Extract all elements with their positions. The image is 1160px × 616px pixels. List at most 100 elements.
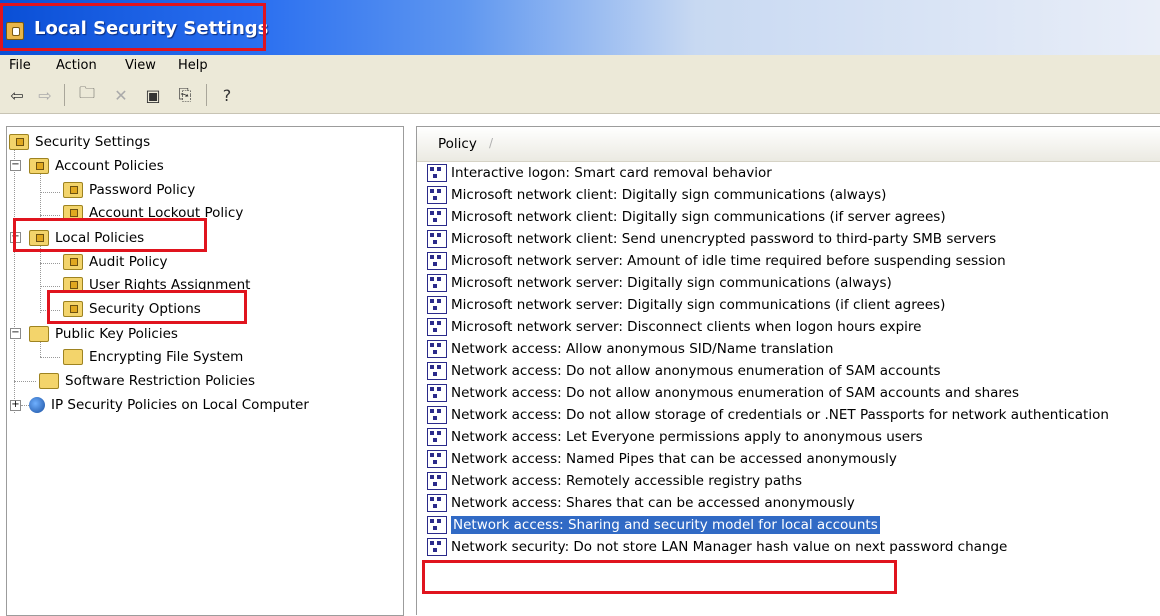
column-header-label: Policy (438, 136, 477, 152)
policy-name: Microsoft network server: Digitally sign… (451, 275, 892, 291)
folder-icon (29, 158, 49, 174)
title-highlight-box (0, 3, 266, 51)
list-item[interactable]: Microsoft network client: Send unencrypt… (427, 228, 1157, 250)
delete-icon[interactable]: ✕ (110, 84, 132, 106)
tree-item-label: Public Key Policies (55, 326, 178, 342)
policy-icon (427, 428, 447, 446)
toolbar-separator (206, 84, 207, 106)
policy-name: Network security: Do not store LAN Manag… (451, 539, 1008, 555)
policy-name: Network access: Remotely accessible regi… (451, 473, 803, 489)
policy-name: Microsoft network client: Digitally sign… (451, 187, 887, 203)
local-policies-highlight-box (13, 218, 207, 252)
properties-icon[interactable]: ▣ (142, 84, 164, 106)
list-item[interactable]: Network access: Named Pipes that can be … (427, 448, 1157, 470)
policy-name: Microsoft network server: Amount of idle… (451, 253, 1006, 269)
tree-item-password-policy[interactable]: Password Policy (63, 179, 195, 201)
tree-item-label: Security Settings (35, 134, 151, 150)
list-item[interactable]: Microsoft network server: Disconnect cli… (427, 316, 1157, 338)
list-item[interactable]: Interactive logon: Smart card removal be… (427, 162, 1157, 184)
policy-icon (427, 538, 447, 556)
toolbar-separator (64, 84, 65, 106)
list-item[interactable]: Network access: Let Everyone permissions… (427, 426, 1157, 448)
list-item[interactable]: Microsoft network client: Digitally sign… (427, 206, 1157, 228)
back-arrow-icon[interactable]: ⇦ (6, 84, 28, 106)
folder-icon (63, 349, 83, 365)
collapse-icon[interactable]: − (10, 160, 21, 171)
menu-file[interactable]: File (9, 58, 31, 73)
list-item[interactable]: Microsoft network client: Digitally sign… (427, 184, 1157, 206)
tree-item-public-key-policies[interactable]: Public Key Policies (29, 323, 178, 345)
policy-name: Microsoft network client: Send unencrypt… (451, 231, 997, 247)
policy-list-pane[interactable]: Policy / Interactive logon: Smart card r… (416, 126, 1160, 615)
tree-item-ip-security-policies[interactable]: IP Security Policies on Local Computer (29, 394, 309, 416)
folder-icon (63, 254, 83, 270)
expand-icon[interactable]: + (10, 400, 21, 411)
help-icon[interactable]: ? (216, 84, 238, 106)
column-header-policy[interactable]: Policy / (417, 127, 1160, 162)
policy-icon (427, 494, 447, 512)
tree-item-account-policies[interactable]: Account Policies (29, 155, 164, 177)
tree-pane[interactable]: Security Settings − Account Policies Pas… (6, 126, 404, 616)
policy-name: Microsoft network client: Digitally sign… (451, 209, 946, 225)
policy-icon (427, 274, 447, 292)
menu-action[interactable]: Action (56, 58, 97, 73)
tree-item-label: IP Security Policies on Local Computer (51, 397, 309, 413)
ip-security-icon (29, 397, 45, 413)
policy-name: Network access: Named Pipes that can be … (451, 451, 897, 467)
policy-icon (427, 164, 447, 182)
tree-item-label: Audit Policy (89, 254, 168, 270)
folder-icon (63, 182, 83, 198)
tree-item-label: Encrypting File System (89, 349, 244, 365)
policy-icon (427, 186, 447, 204)
sort-ascending-icon: / (489, 136, 494, 150)
policy-icon (427, 516, 447, 534)
menu-bar: File Action View Help (0, 55, 1160, 78)
folder-icon (29, 326, 49, 342)
menu-help[interactable]: Help (178, 58, 208, 73)
menu-view[interactable]: View (125, 58, 156, 73)
policy-icon (427, 384, 447, 402)
policy-name: Microsoft network server: Disconnect cli… (451, 319, 922, 335)
policy-icon (427, 406, 447, 424)
policy-icon (427, 318, 447, 336)
policy-icon (427, 450, 447, 468)
list-item[interactable]: Network access: Do not allow anonymous e… (427, 382, 1157, 404)
policy-icon (427, 296, 447, 314)
tree-item-software-restriction-policies[interactable]: Software Restriction Policies (39, 370, 255, 392)
security-settings-icon (9, 134, 29, 150)
policy-name: Network access: Do not allow anonymous e… (451, 385, 1020, 401)
policy-icon (427, 208, 447, 226)
policy-name: Microsoft network server: Digitally sign… (451, 297, 946, 313)
policy-name: Interactive logon: Smart card removal be… (451, 165, 772, 181)
policy-icon (427, 340, 447, 358)
policy-name: Network access: Sharing and security mod… (451, 516, 880, 534)
list-item[interactable]: Network security: Do not store LAN Manag… (427, 536, 1157, 558)
export-list-icon[interactable]: ⎘ (174, 84, 196, 106)
policy-name: Network access: Allow anonymous SID/Name… (451, 341, 834, 357)
up-folder-icon[interactable]: 🗀 (76, 83, 98, 106)
list-item[interactable]: Network access: Remotely accessible regi… (427, 470, 1157, 492)
tree-item-encrypting-file-system[interactable]: Encrypting File System (63, 346, 243, 368)
list-item-selected[interactable]: Network access: Sharing and security mod… (427, 514, 1157, 536)
policy-icon (427, 472, 447, 490)
list-item[interactable]: Network access: Shares that can be acces… (427, 492, 1157, 514)
collapse-icon[interactable]: − (10, 328, 21, 339)
policy-name: Network access: Shares that can be acces… (451, 495, 855, 511)
security-options-highlight-box (47, 290, 247, 324)
list-item[interactable]: Network access: Allow anonymous SID/Name… (427, 338, 1157, 360)
policy-name: Network access: Do not allow storage of … (451, 407, 1109, 423)
forward-arrow-icon[interactable]: ⇨ (34, 84, 56, 106)
tree-item-audit-policy[interactable]: Audit Policy (63, 251, 168, 273)
policy-name: Network access: Do not allow anonymous e… (451, 363, 941, 379)
toolbar: ⇦ ⇨ 🗀 ✕ ▣ ⎘ ? (0, 78, 1160, 114)
list-item[interactable]: Network access: Do not allow anonymous e… (427, 360, 1157, 382)
list-item[interactable]: Microsoft network server: Digitally sign… (427, 272, 1157, 294)
policy-name: Network access: Let Everyone permissions… (451, 429, 923, 445)
list-item[interactable]: Microsoft network server: Amount of idle… (427, 250, 1157, 272)
selected-policy-highlight-box (422, 560, 897, 594)
list-item[interactable]: Network access: Do not allow storage of … (427, 404, 1157, 426)
tree-item-label: Password Policy (89, 182, 196, 198)
list-item[interactable]: Microsoft network server: Digitally sign… (427, 294, 1157, 316)
tree-item-security-settings[interactable]: Security Settings (9, 131, 150, 153)
policy-icon (427, 362, 447, 380)
